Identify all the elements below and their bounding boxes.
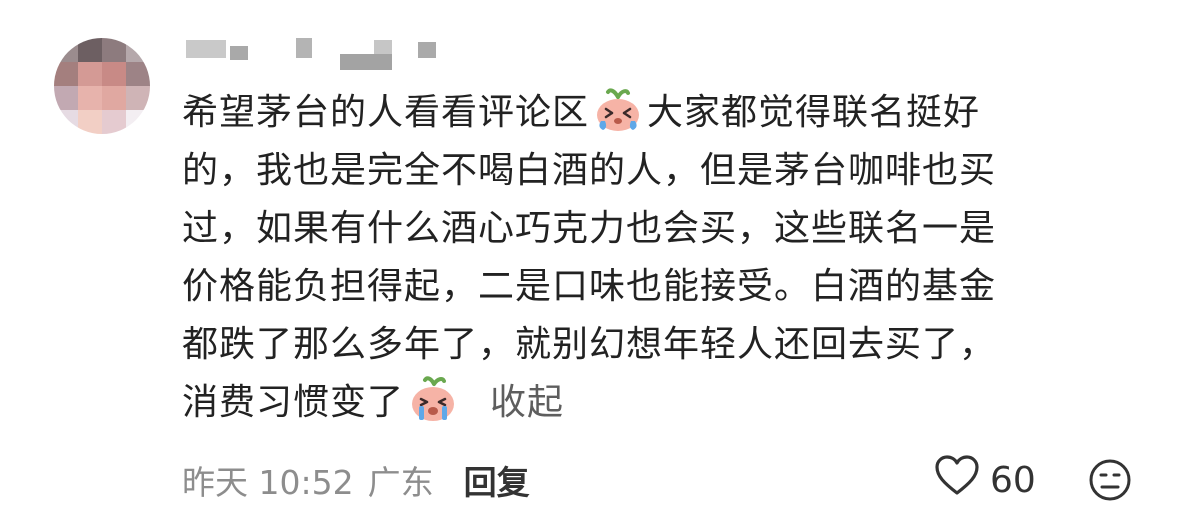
comment-time: 昨天 10:52 xyxy=(182,463,354,502)
comment-line: 消费习惯变了 收起 xyxy=(182,374,1152,432)
comment-line: 的，我也是完全不喝白酒的人，但是茅台咖啡也买 xyxy=(182,150,997,191)
heart-icon xyxy=(934,454,980,506)
comment-line: 过，如果有什么酒心巧克力也会买，这些联名一是 xyxy=(182,208,997,249)
comment-line: 都跌了那么多年了，就别幻想年轻人还回去买了， xyxy=(182,324,997,365)
comment-text: 希望茅台的人看看评论区 大家都觉得联名挺好 的，我也是完全不喝白酒的人，但是茅台咖… xyxy=(182,84,1152,432)
comment-location: 广东 xyxy=(367,463,434,502)
comment-segment: 消费习惯变了 xyxy=(182,382,405,423)
username-redacted[interactable] xyxy=(186,36,446,70)
comment-meta: 昨天 10:52 广东 回复 xyxy=(182,452,530,508)
avatar[interactable] xyxy=(54,38,150,134)
like-button[interactable]: 60 xyxy=(934,452,1036,508)
like-count: 60 xyxy=(990,459,1036,501)
comment-segment: 大家都觉得联名挺好 xyxy=(647,92,981,133)
crying-face-sticker-icon xyxy=(406,375,460,441)
meh-face-icon xyxy=(1088,459,1132,506)
comment-segment: 希望茅台的人看看评论区 xyxy=(182,92,590,133)
collapse-button[interactable]: 收起 xyxy=(490,382,564,423)
comment-line: 希望茅台的人看看评论区 大家都觉得联名挺好 xyxy=(182,84,1152,142)
reply-button[interactable]: 回复 xyxy=(464,456,530,504)
dislike-button[interactable] xyxy=(1088,458,1132,502)
comment-line: 价格能负担得起，二是口味也能接受。白酒的基金 xyxy=(182,266,997,307)
